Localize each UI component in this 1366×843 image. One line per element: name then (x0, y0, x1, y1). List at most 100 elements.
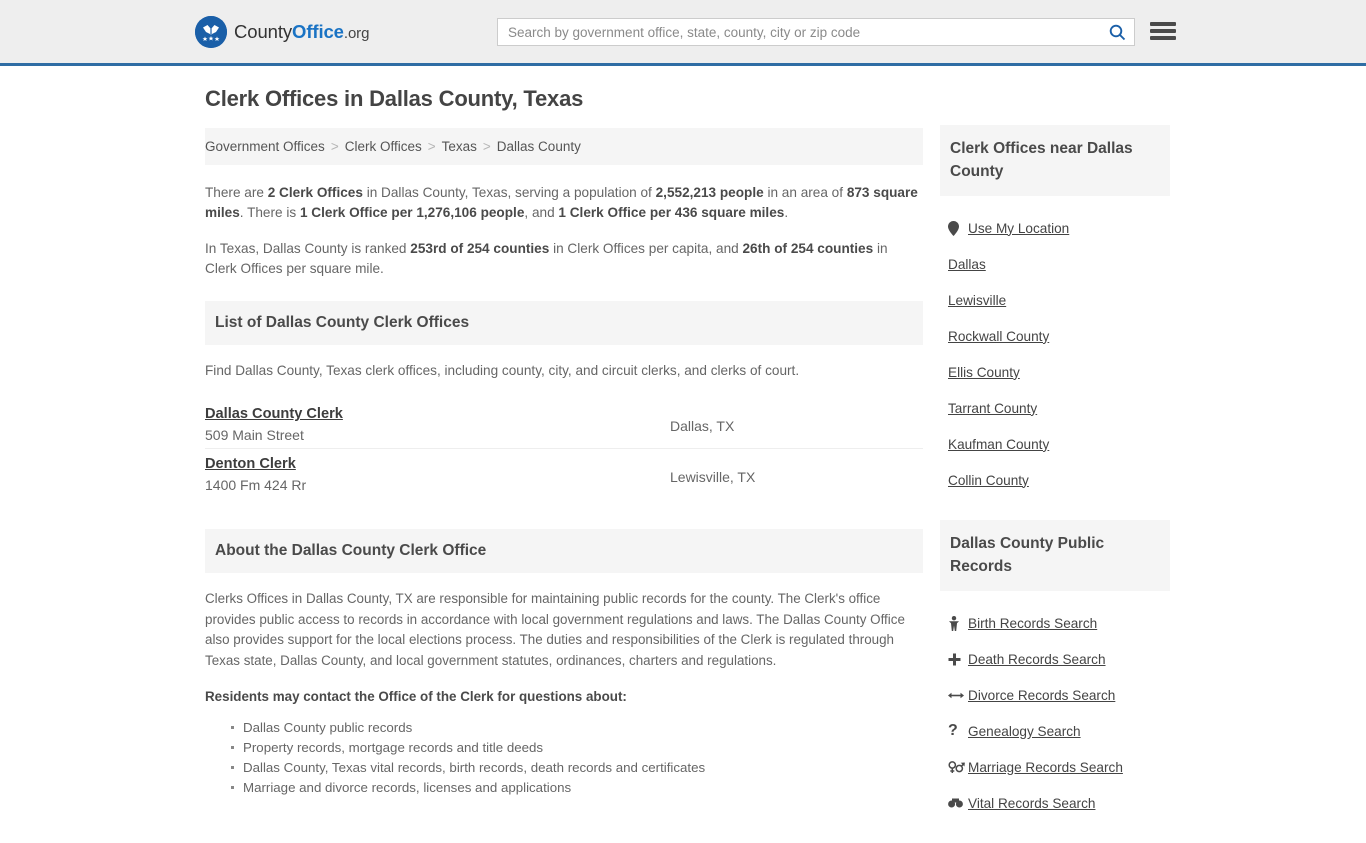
sidebar-link-label[interactable]: Use My Location (968, 221, 1069, 236)
intro-text: in an area of (763, 185, 847, 200)
sidebar-item-divorce-records[interactable]: Divorce Records Search (940, 677, 1170, 713)
sidebar-item-genealogy[interactable]: ? Genealogy Search (940, 713, 1170, 749)
binoculars-icon (948, 798, 968, 808)
sidebar-link-label[interactable]: Tarrant County (948, 401, 1037, 416)
office-address: 1400 Fm 424 Rr (205, 477, 307, 493)
stat-per-people: 1 Clerk Office per 1,276,106 people (299, 205, 525, 220)
intro-paragraph-1: There are 2 Clerk Offices in Dallas Coun… (205, 183, 923, 223)
office-address: 509 Main Street (205, 427, 304, 443)
logo-text-org: .org (343, 24, 370, 42)
sidebar-item-death-records[interactable]: Death Records Search (940, 641, 1170, 677)
intro-text: in Clerk Offices per capita, and (549, 241, 743, 256)
hamburger-menu-icon[interactable] (1150, 20, 1176, 42)
eagle-shield-icon (195, 15, 227, 48)
breadcrumb-item-dallas-county: Dallas County (496, 139, 581, 154)
sidebar-item-dallas[interactable]: Dallas (940, 246, 1170, 282)
sidebar-item-collin-county[interactable]: Collin County (940, 462, 1170, 498)
sidebar-link-label[interactable]: Genealogy Search (968, 724, 1081, 739)
intro-text: There are (205, 185, 268, 200)
about-bullet-list: Dallas County public records Property re… (205, 718, 923, 798)
office-city-state: Dallas, TX (670, 418, 735, 434)
divorce-arrows-icon (948, 690, 968, 701)
stat-clerk-office-count: 2 Clerk Offices (267, 185, 363, 200)
about-section-body: Clerks Offices in Dallas County, TX are … (205, 573, 923, 798)
sidebar-link-label[interactable]: Marriage Records Search (968, 760, 1123, 775)
intro-text: in Dallas County, Texas, serving a popul… (362, 185, 656, 200)
breadcrumb-item-texas[interactable]: Texas (442, 139, 477, 154)
sidebar-link-label[interactable]: Kaufman County (948, 437, 1049, 452)
venus-mars-icon (948, 760, 968, 774)
office-name-link[interactable]: Dallas County Clerk (205, 406, 343, 422)
sidebar-link-label[interactable]: Rockwall County (948, 329, 1049, 344)
intro-text: , and (524, 205, 559, 220)
table-row[interactable]: Denton Clerk 1400 Fm 424 Rr Lewisville, … (205, 449, 923, 499)
sidebar-item-tarrant-county[interactable]: Tarrant County (940, 390, 1170, 426)
office-name-link[interactable]: Denton Clerk (205, 456, 296, 472)
about-section-heading: About the Dallas County Clerk Office (205, 529, 923, 573)
list-item: Dallas County public records (231, 718, 923, 738)
breadcrumb-item-government-offices[interactable]: Government Offices (205, 139, 325, 154)
sidebar: Clerk Offices near Dallas County Use My … (940, 125, 1170, 843)
list-section-heading: List of Dallas County Clerk Offices (205, 301, 923, 345)
list-item: Property records, mortgage records and t… (231, 738, 923, 758)
list-section-description: Find Dallas County, Texas clerk offices,… (205, 363, 800, 378)
list-item: Marriage and divorce records, licenses a… (231, 778, 923, 798)
sidebar-link-label[interactable]: Dallas (948, 257, 986, 272)
site-header: CountyOffice.org (0, 0, 1366, 66)
search-icon (1109, 24, 1125, 40)
sidebar-item-vital-records[interactable]: Vital Records Search (940, 785, 1170, 821)
search-input[interactable] (498, 19, 1100, 45)
sidebar-link-label[interactable]: Collin County (948, 473, 1029, 488)
map-pin-icon (948, 220, 968, 236)
list-section-body: Find Dallas County, Texas clerk offices,… (205, 345, 923, 499)
sidebar-link-label[interactable]: Death Records Search (968, 652, 1106, 667)
site-logo-text: CountyOffice.org (234, 21, 369, 43)
sidebar-link-label[interactable]: Vital Records Search (968, 796, 1095, 811)
intro-statistics: There are 2 Clerk Offices in Dallas Coun… (205, 183, 923, 279)
sidebar-item-kaufman-county[interactable]: Kaufman County (940, 426, 1170, 462)
sidebar-link-label[interactable]: Lewisville (948, 293, 1006, 308)
sidebar-item-rockwall-county[interactable]: Rockwall County (940, 318, 1170, 354)
stat-per-square-mile: 1 Clerk Office per 436 square miles (558, 205, 785, 220)
search-bar[interactable] (497, 18, 1135, 46)
sidebar-nearby-list: Use My Location Dallas Lewisville Rockwa… (940, 196, 1170, 498)
breadcrumb-item-clerk-offices[interactable]: Clerk Offices (345, 139, 422, 154)
breadcrumb: Government Offices > Clerk Offices > Texas > D… (205, 128, 923, 165)
intro-paragraph-2: In Texas, Dallas County is ranked 253rd … (205, 239, 923, 279)
stat-rank-per-capita: 253rd of 254 counties (410, 241, 550, 256)
intro-text: In Texas, Dallas County is ranked (205, 241, 411, 256)
about-paragraph: Clerks Offices in Dallas County, TX are … (205, 591, 905, 668)
sidebar-item-lewisville[interactable]: Lewisville (940, 282, 1170, 318)
table-row[interactable]: Dallas County Clerk 509 Main Street Dall… (205, 399, 923, 449)
logo-text-county: County (234, 20, 293, 42)
sidebar-item-ellis-county[interactable]: Ellis County (940, 354, 1170, 390)
sidebar-records-list: Birth Records Search Death Records Searc… (940, 591, 1170, 821)
breadcrumb-separator: > (330, 139, 339, 154)
breadcrumb-separator: > (427, 139, 436, 154)
office-city-state: Lewisville, TX (670, 469, 756, 485)
sidebar-item-birth-records[interactable]: Birth Records Search (940, 605, 1170, 641)
about-subheading: Residents may contact the Office of the … (205, 689, 627, 704)
logo-text-office: Office (292, 20, 344, 42)
stat-population: 2,552,213 people (655, 185, 764, 200)
hamburger-bar-1 (1150, 22, 1176, 26)
sidebar-item-use-my-location[interactable]: Use My Location (940, 210, 1170, 246)
sidebar-nearby-heading: Clerk Offices near Dallas County (940, 125, 1170, 196)
page-title: Clerk Offices in Dallas County, Texas (205, 86, 584, 111)
sidebar-link-label[interactable]: Ellis County (948, 365, 1020, 380)
sidebar-item-marriage-records[interactable]: Marriage Records Search (940, 749, 1170, 785)
intro-text: . There is (239, 205, 300, 220)
hamburger-bar-2 (1150, 29, 1176, 33)
main-content: Clerk Offices in Dallas County, Texas Go… (205, 86, 923, 798)
site-logo[interactable]: CountyOffice.org (195, 15, 369, 48)
hamburger-bar-3 (1150, 36, 1176, 40)
question-mark-icon: ? (948, 722, 958, 739)
stat-rank-per-square-mile: 26th of 254 counties (742, 241, 874, 256)
sidebar-records-heading: Dallas County Public Records (940, 520, 1170, 591)
sidebar-link-label[interactable]: Birth Records Search (968, 616, 1097, 631)
intro-text: . (784, 205, 789, 220)
breadcrumb-separator: > (482, 139, 491, 154)
baby-icon (948, 615, 968, 631)
search-button[interactable] (1100, 19, 1134, 45)
sidebar-link-label[interactable]: Divorce Records Search (968, 688, 1115, 703)
